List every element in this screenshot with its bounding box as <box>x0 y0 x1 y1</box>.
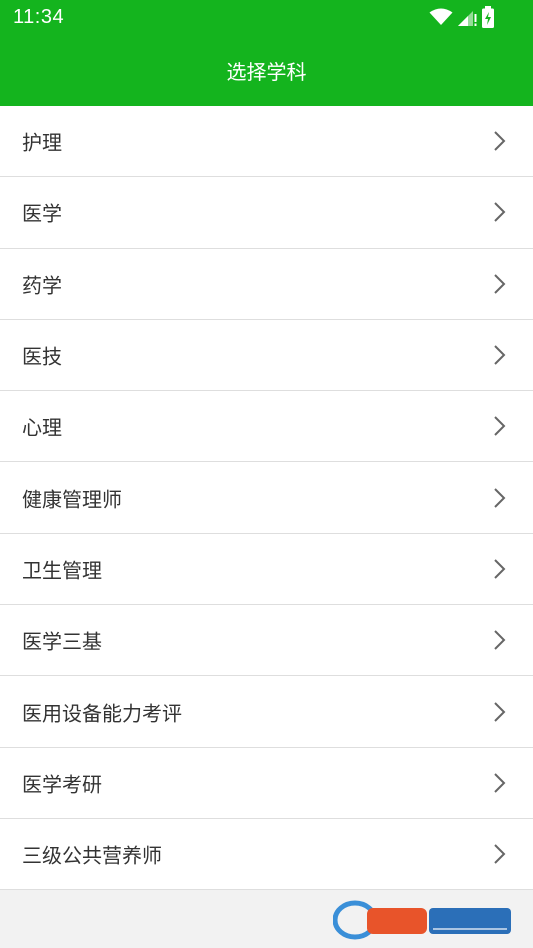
status-time: 11:34 <box>13 6 65 28</box>
subject-label: 健康管理师 <box>22 487 122 512</box>
chevron-right-icon <box>494 487 506 508</box>
chevron-right-icon <box>494 345 506 365</box>
chevron-right-icon <box>494 202 506 223</box>
subject-label: 医学 <box>22 201 62 226</box>
subject-item-medical-tech[interactable]: 医技 <box>0 319 533 392</box>
subject-item-nutritionist[interactable]: 三级公共营养师 <box>0 818 533 891</box>
subject-label: 医用设备能力考评 <box>22 701 182 726</box>
chevron-right-icon <box>494 773 506 793</box>
app-header: 11:34 选择学科 <box>0 0 533 106</box>
status-icons <box>429 6 495 28</box>
subject-label: 医技 <box>22 344 62 369</box>
subject-label: 药学 <box>22 273 62 298</box>
subject-item-health-admin[interactable]: 卫生管理 <box>0 533 533 606</box>
chevron-right-icon <box>494 701 506 722</box>
subject-label: 心理 <box>22 415 62 440</box>
chevron-right-icon <box>494 559 506 579</box>
subject-label: 三级公共营养师 <box>22 843 162 868</box>
wifi-icon <box>429 8 453 25</box>
chevron-right-icon <box>494 630 506 650</box>
chevron-right-icon <box>494 131 506 151</box>
subject-label: 医学考研 <box>22 772 102 797</box>
battery-charging-icon <box>482 6 494 28</box>
subject-item-three-basics[interactable]: 医学三基 <box>0 605 533 677</box>
signal-icon <box>458 11 477 26</box>
footer-area <box>0 890 533 948</box>
chevron-right-icon <box>494 274 506 294</box>
chevron-right-icon <box>494 416 506 437</box>
page-title: 选择学科 <box>226 60 307 84</box>
subject-item-health-manager[interactable]: 健康管理师 <box>0 462 533 534</box>
watermark-logo <box>333 900 511 940</box>
subject-label: 卫生管理 <box>22 558 102 583</box>
subject-item-medicine[interactable]: 医学 <box>0 177 533 249</box>
subject-item-postgraduate[interactable]: 医学考研 <box>0 747 533 819</box>
status-bar: 11:34 <box>0 0 533 36</box>
subject-item-psychology[interactable]: 心理 <box>0 391 533 463</box>
chevron-right-icon <box>494 844 506 864</box>
subject-item-equipment-assessment[interactable]: 医用设备能力考评 <box>0 676 533 748</box>
subject-item-pharmacy[interactable]: 药学 <box>0 248 533 320</box>
subject-label: 护理 <box>22 130 62 155</box>
subject-item-nursing[interactable]: 护理 <box>0 106 533 178</box>
subject-label: 医学三基 <box>22 629 102 654</box>
subject-list: 护理 医学 药学 医技 心理 健康管理师 卫生管理 医学三基 医用设备能力考评 … <box>0 106 533 891</box>
